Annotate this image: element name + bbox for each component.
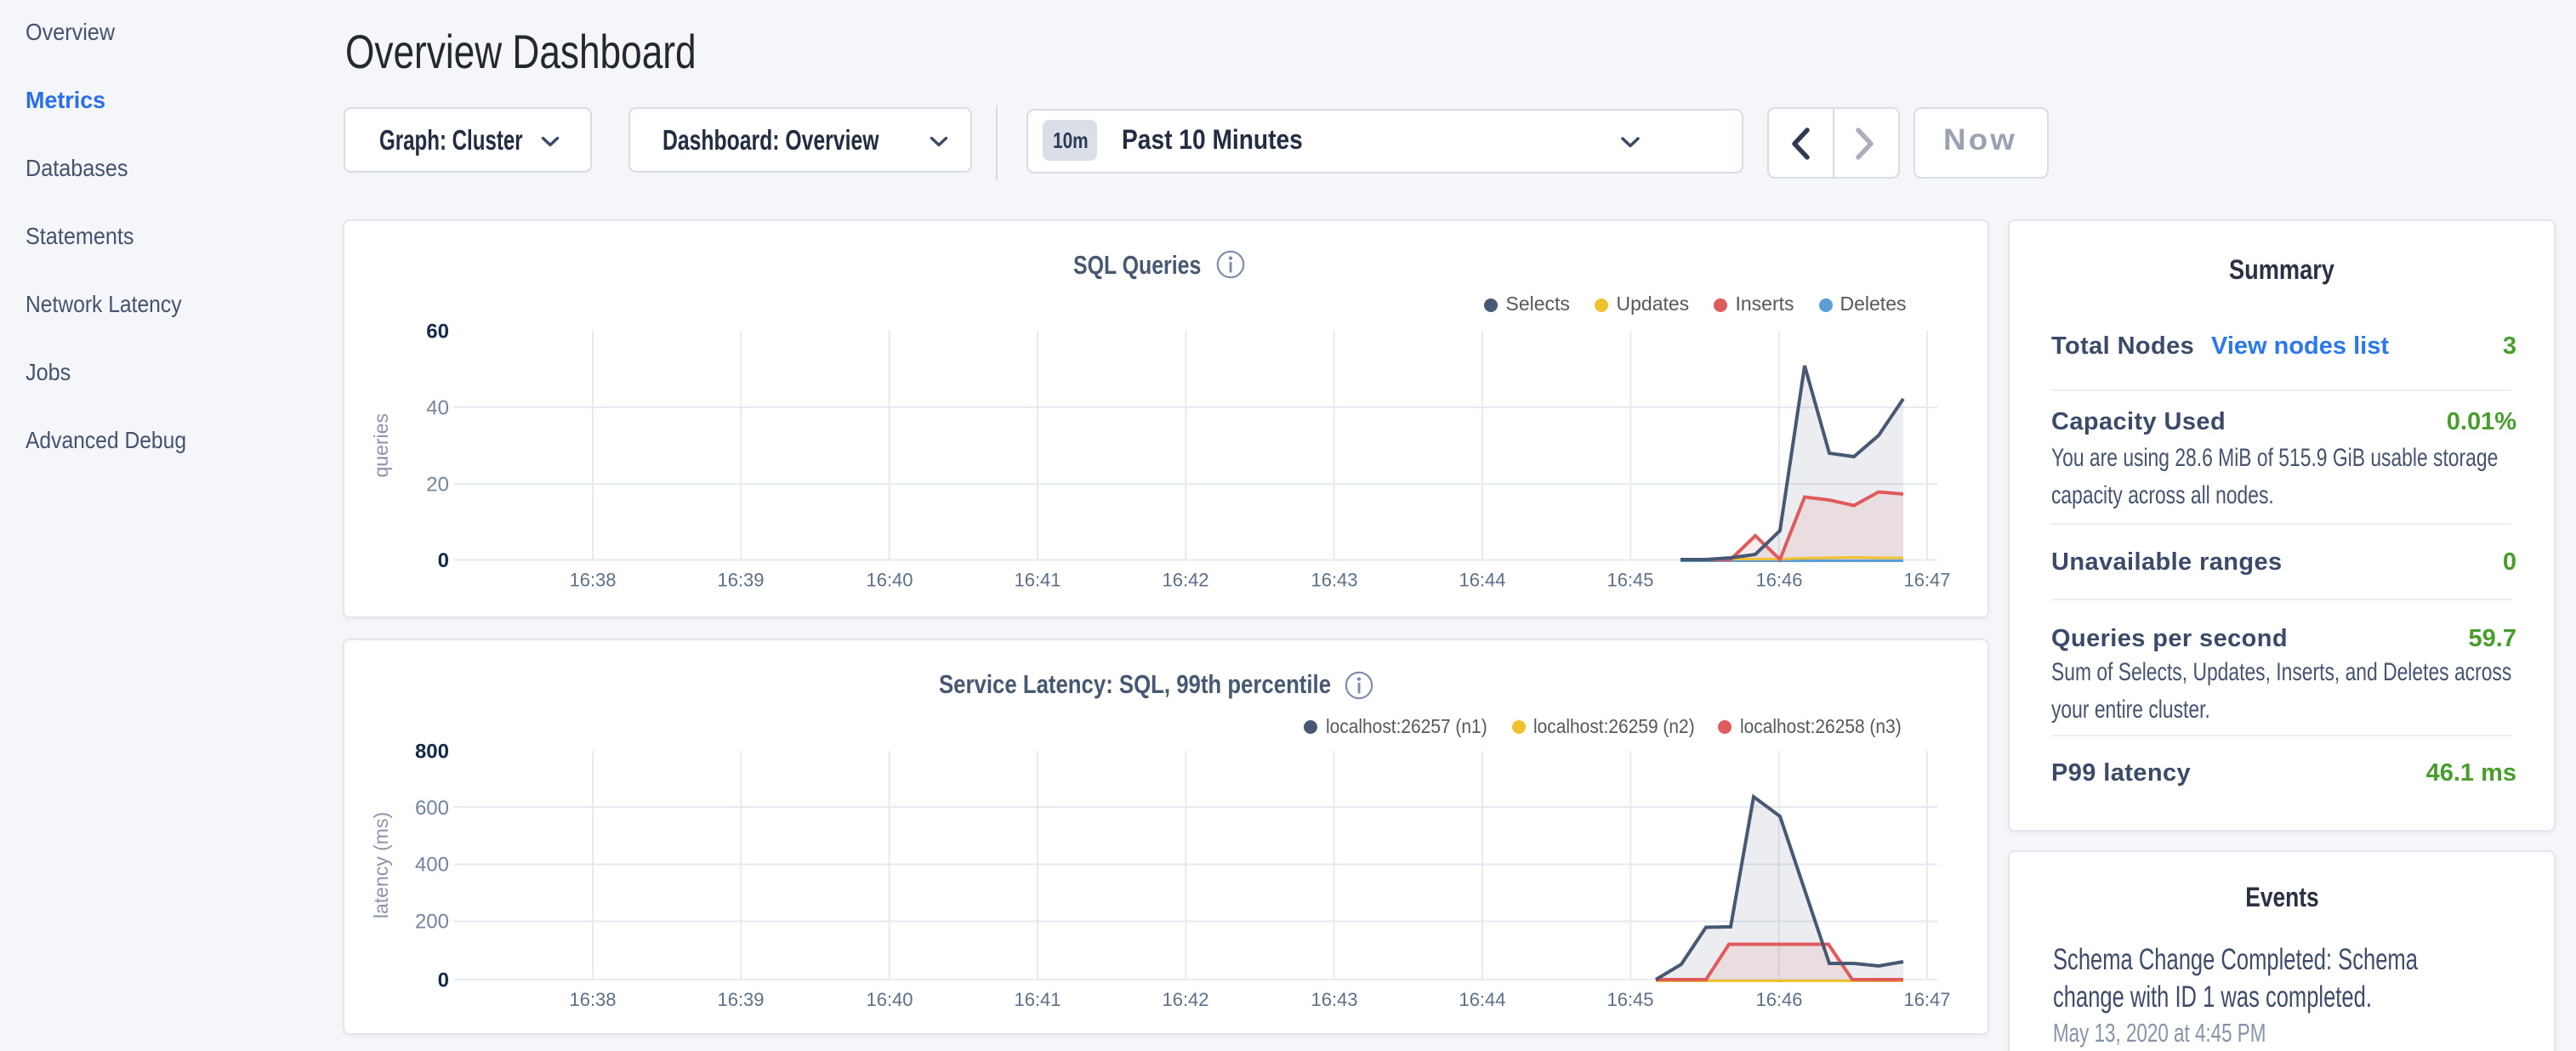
svg-text:16:47: 16:47: [1903, 989, 1950, 1010]
svg-text:800: 800: [415, 741, 449, 764]
svg-text:16:43: 16:43: [1311, 570, 1357, 591]
svg-text:16:43: 16:43: [1311, 989, 1357, 1010]
svg-text:16:46: 16:46: [1755, 989, 1802, 1010]
svg-text:16:42: 16:42: [1162, 570, 1208, 591]
svg-text:20: 20: [426, 473, 449, 496]
svg-text:16:45: 16:45: [1606, 570, 1653, 591]
svg-text:16:42: 16:42: [1162, 989, 1208, 1010]
svg-text:16:44: 16:44: [1459, 989, 1505, 1010]
svg-text:16:40: 16:40: [866, 989, 913, 1010]
svg-text:0: 0: [438, 549, 449, 572]
svg-text:16:46: 16:46: [1755, 570, 1802, 591]
svg-text:0: 0: [438, 969, 449, 992]
svg-text:16:44: 16:44: [1459, 570, 1505, 591]
svg-text:600: 600: [415, 797, 449, 820]
svg-text:16:39: 16:39: [717, 570, 764, 591]
svg-text:40: 40: [426, 397, 449, 420]
svg-text:16:39: 16:39: [717, 989, 764, 1010]
svg-text:16:41: 16:41: [1014, 989, 1061, 1010]
svg-text:16:38: 16:38: [569, 570, 616, 591]
svg-text:latency (ms): latency (ms): [370, 812, 392, 918]
svg-text:200: 200: [415, 911, 449, 934]
svg-text:16:45: 16:45: [1606, 989, 1653, 1010]
svg-text:16:38: 16:38: [569, 989, 616, 1010]
svg-text:16:41: 16:41: [1014, 570, 1061, 591]
svg-text:16:47: 16:47: [1903, 570, 1950, 591]
svg-text:queries: queries: [370, 413, 392, 477]
svg-text:16:40: 16:40: [866, 570, 913, 591]
svg-text:400: 400: [415, 854, 449, 877]
svg-text:60: 60: [426, 321, 449, 344]
